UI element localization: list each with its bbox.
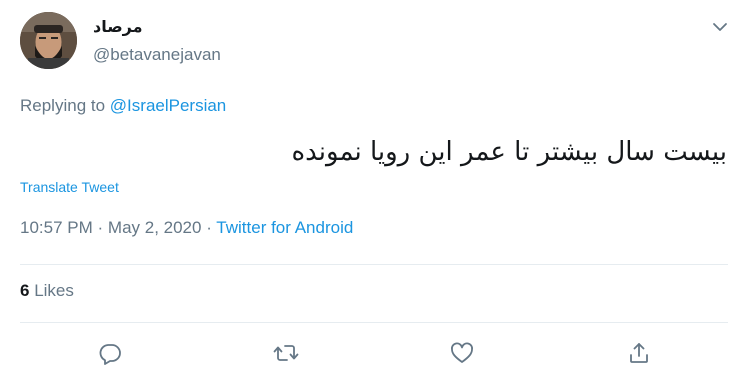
tweet-card: مرصاد @betavanejavan Replying to @Israel… (0, 0, 748, 381)
chevron-down-icon[interactable] (711, 20, 729, 34)
like-button[interactable] (445, 336, 479, 370)
likes-count: 6 (20, 281, 30, 300)
tweet-time[interactable]: 10:57 PM (20, 218, 93, 237)
share-icon (630, 343, 648, 363)
avatar-image (20, 12, 77, 69)
reply-mention-link[interactable]: @IsraelPersian (110, 96, 226, 115)
replying-prefix: Replying to (20, 96, 106, 115)
user-handle[interactable]: @betavanejavan (93, 45, 221, 65)
likes-label: Likes (34, 281, 74, 300)
likes-stat[interactable]: 6 Likes (20, 281, 74, 301)
heart-icon (451, 342, 473, 363)
share-button[interactable] (622, 336, 656, 370)
retweet-button[interactable] (269, 336, 303, 370)
avatar[interactable] (20, 12, 77, 69)
tweet-source-link[interactable]: Twitter for Android (216, 218, 353, 237)
meta-separator: · (97, 218, 104, 237)
translate-tweet-link[interactable]: Translate Tweet (20, 179, 119, 195)
retweet-icon (273, 345, 299, 361)
reply-icon (99, 344, 121, 365)
tweet-actions (0, 336, 748, 370)
divider (20, 322, 728, 323)
display-name[interactable]: مرصاد (93, 17, 143, 36)
tweet-meta: 10:57 PM · May 2, 2020 · Twitter for And… (20, 218, 353, 238)
meta-separator: · (206, 218, 212, 237)
reply-button[interactable] (93, 336, 127, 370)
divider (20, 264, 728, 265)
tweet-text: بیست سال بیشتر تا عمر این رویا نمونده (291, 137, 728, 167)
replying-to: Replying to @IsraelPersian (20, 96, 226, 116)
tweet-date[interactable]: May 2, 2020 (108, 218, 202, 237)
